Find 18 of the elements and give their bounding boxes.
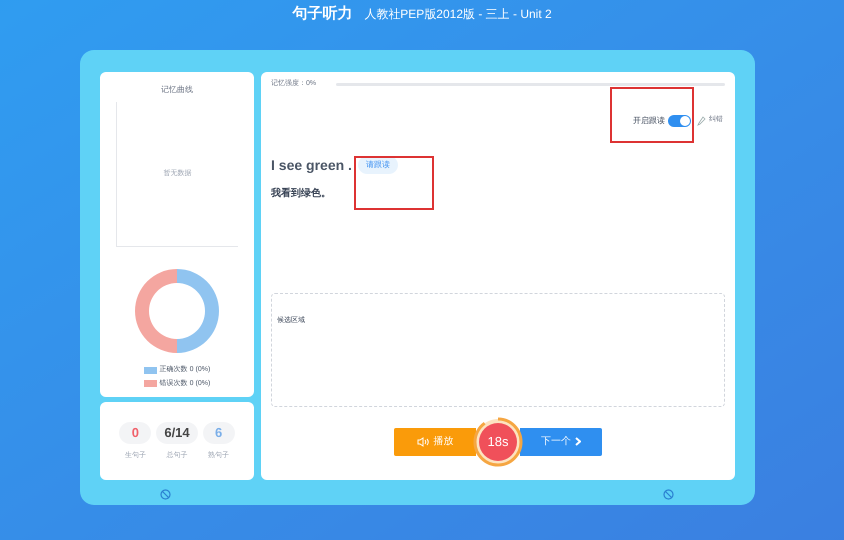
follow-read-toggle[interactable]	[668, 114, 691, 126]
speaker-icon	[416, 436, 430, 446]
course-path: 人教社PEP版2012版 - 三上 - Unit 2	[364, 6, 552, 23]
pencil-icon	[697, 116, 706, 126]
count-value: 6/14	[156, 422, 198, 444]
blocked-icon	[663, 489, 674, 500]
app-title: 句子听力	[292, 4, 352, 24]
count-value: 0	[119, 422, 152, 444]
blocked-icon	[160, 489, 171, 500]
count-value: 6	[202, 422, 235, 444]
english-sentence: I see green .	[271, 156, 352, 175]
countdown-timer: 18s	[473, 416, 523, 466]
play-button[interactable]: 播放	[394, 428, 476, 456]
chart-title: 记忆曲线	[161, 84, 193, 96]
chinese-translation: 我看到绿色。	[271, 186, 332, 200]
next-button[interactable]: 下一个	[520, 428, 602, 456]
toggle-label: 开启跟读	[633, 114, 665, 126]
chevron-icon	[575, 437, 581, 446]
